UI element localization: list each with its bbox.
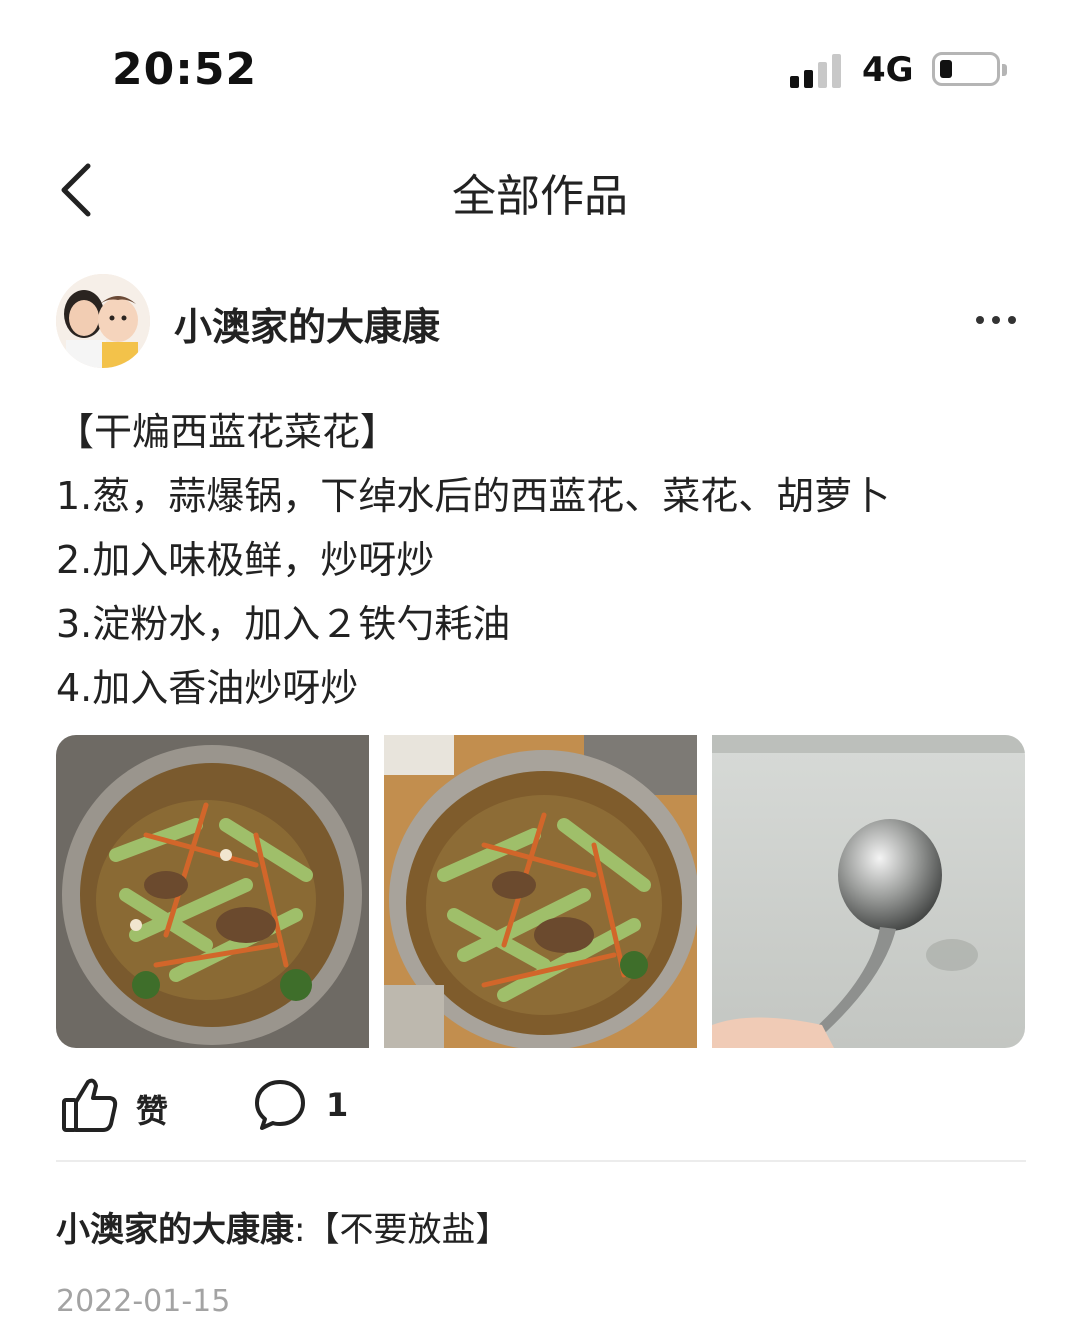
post-date: 2022-01-15	[56, 1284, 231, 1319]
status-time: 20:52	[112, 44, 258, 95]
signal-icon	[790, 54, 846, 88]
comment-bubble-icon[interactable]	[252, 1076, 308, 1132]
comment-text: 【不要放盐】	[305, 1210, 510, 1250]
comment-count: 1	[326, 1086, 349, 1124]
like-label[interactable]: 赞	[136, 1086, 168, 1132]
dish-photo-1[interactable]	[56, 735, 369, 1048]
comment-item[interactable]: 小澳家的大康康:【不要放盐】	[56, 1202, 509, 1251]
more-horizontal-icon[interactable]	[972, 300, 1020, 340]
thumbs-up-icon[interactable]	[60, 1074, 120, 1134]
author-name[interactable]: 小澳家的大康康	[174, 296, 440, 351]
dish-photo-2[interactable]	[384, 735, 697, 1048]
network-label: 4G	[862, 50, 914, 90]
battery-icon	[932, 52, 1000, 86]
post-step-line: 2.加入味极鲜，炒呀炒	[56, 538, 435, 582]
comment-author[interactable]: 小澳家的大康康	[56, 1210, 294, 1250]
divider	[56, 1160, 1026, 1162]
post-body: 【干煸西蓝花菜花】 1.葱，蒜爆锅，下绰水后的西蓝花、菜花、胡萝卜 2.加入味极…	[56, 400, 1036, 720]
post-step-line: 3.淀粉水，加入２铁勺耗油	[56, 602, 511, 646]
page-title: 全部作品	[452, 171, 628, 222]
post-title-line: 【干煸西蓝花菜花】	[56, 410, 399, 454]
avatar[interactable]	[56, 274, 150, 368]
comment-separator: :	[294, 1210, 306, 1250]
post-step-line: 4.加入香油炒呀炒	[56, 666, 359, 710]
battery-cap	[1002, 64, 1007, 76]
spoon-photo[interactable]	[712, 735, 1025, 1048]
post-step-line: 1.葱，蒜爆锅，下绰水后的西蓝花、菜花、胡萝卜	[56, 474, 891, 518]
